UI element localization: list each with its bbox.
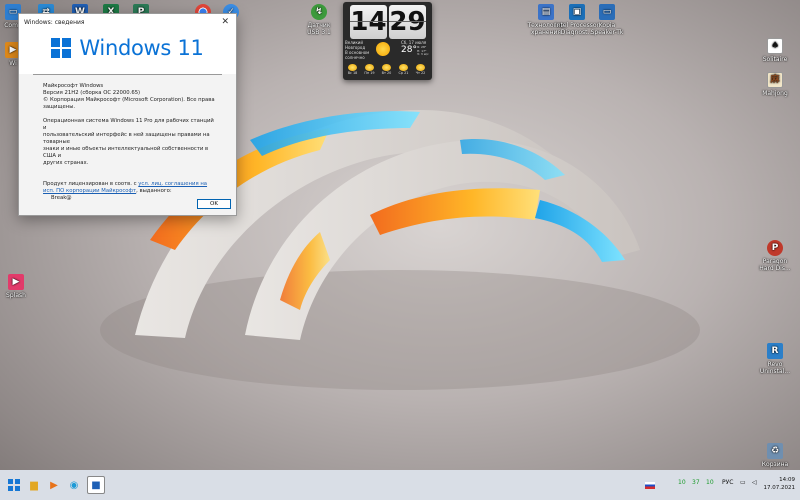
weather-panel: Великий Новгород В основном солнечно Сб,…: [345, 40, 430, 62]
forecast-label: Вт 20: [381, 71, 392, 75]
sun-icon: [376, 42, 390, 56]
legal-line: Операционная система Windows 11 Pro для …: [43, 118, 214, 131]
forecast-day: Чт 22: [414, 64, 427, 76]
windows-logo-icon: [51, 38, 72, 58]
legal-line: знаки и иные объекты интеллектуальной со…: [43, 146, 209, 159]
revo-icon: R: [767, 343, 783, 359]
taskbar-time: 14:09: [779, 477, 795, 483]
desktop-icon-label: Solitaire: [762, 56, 788, 63]
desktop-icon-label: Splash: [6, 292, 26, 299]
tray-indicator[interactable]: 10: [706, 479, 714, 486]
desktop-icon-label: Mahjong: [762, 90, 788, 97]
license-text: Продукт лицензирован в соотв. с усл. лиц…: [43, 181, 216, 188]
tray-indicator[interactable]: 10: [678, 479, 686, 486]
license-text-2: исп. ПО корпорации Майкрософт, выданного…: [43, 188, 216, 195]
forecast-label: Пн 19: [364, 71, 375, 75]
speaker-icon: ▭: [599, 4, 615, 20]
forecast-day: Пн 19: [363, 64, 376, 76]
volume-icon[interactable]: ◁: [752, 479, 757, 486]
partly-sunny-icon: [365, 64, 374, 71]
license-suffix: , выданного:: [136, 188, 172, 194]
ok-button[interactable]: OK: [197, 199, 231, 209]
copyright-text-2: защищены.: [43, 104, 76, 110]
desktop-icon-label: Paragon Hard Dis...: [759, 258, 791, 272]
desktop-icon-solitaire[interactable]: ♠ Solitaire: [748, 38, 800, 63]
open-window-button[interactable]: ■: [87, 476, 105, 494]
license-link[interactable]: усл. лиц. соглашения на: [138, 181, 207, 187]
recycle-bin-icon: ♻: [767, 443, 783, 459]
partly-sunny-icon: [416, 64, 425, 71]
forecast-day: Ср 21: [397, 64, 410, 76]
legal-line: других странах.: [43, 160, 89, 166]
folder-icon: ▆: [30, 479, 38, 491]
partly-sunny-icon: [348, 64, 357, 71]
weather-condition: В основном солнечно: [345, 50, 370, 60]
partly-sunny-icon: [399, 64, 408, 71]
clock-area[interactable]: 14:09 17.07.2021: [763, 476, 796, 492]
splash-icon: ▶: [8, 274, 24, 290]
dialog-titlebar[interactable]: Windows: сведения ✕: [19, 14, 236, 31]
license-link-2[interactable]: исп. ПО корпорации Майкрософт: [43, 188, 136, 194]
desktop-icon-mahjong[interactable]: 麻 Mahjong: [748, 72, 800, 97]
legal-line: пользовательский интерфейс в ней защищен…: [43, 132, 210, 145]
media-player-button[interactable]: ▶: [45, 476, 63, 494]
weather-temperature: 28°: [401, 45, 417, 55]
divider: [33, 74, 222, 75]
tray-indicator[interactable]: 37: [692, 479, 700, 486]
partly-sunny-icon: [382, 64, 391, 71]
version-text: Версия 21H2 (сборка ОС 22000.65): [43, 90, 141, 96]
clock-minutes: 29: [389, 5, 426, 39]
desktop-icon-label: Kopia Speaker-Tk: [590, 22, 624, 36]
desktop-icon-revo[interactable]: R Revo Uninstal...: [748, 343, 800, 375]
taskbar-date: 17.07.2021: [763, 485, 796, 491]
windows-start-icon: [8, 479, 20, 491]
file-explorer-button[interactable]: ▆: [25, 476, 43, 494]
forecast-label: Вс 18: [347, 71, 358, 75]
edge-button[interactable]: ◉: [65, 476, 83, 494]
media-icon: ▶: [50, 479, 58, 491]
owner-name: Break@: [51, 195, 72, 201]
solitaire-icon: ♠: [767, 38, 783, 54]
weather-details: Я: 28° Н: 17° З: 3 м/с: [417, 45, 429, 57]
desktop-icon-label: Revo Uninstal...: [759, 361, 791, 375]
copyright-text: © Корпорация Майкрософт (Microsoft Corpo…: [43, 97, 215, 103]
about-windows-dialog: Windows: сведения ✕ Windows 11 Майкрософ…: [18, 13, 237, 216]
taskbar: ▆ ▶ ◉ ■ 10 37 10 РУС ▭ ◁ 14:09 17.07.202…: [0, 470, 800, 500]
license-prefix: Продукт лицензирован в соотв. с: [43, 181, 139, 187]
desktop-icon-usb-sensor[interactable]: ↯ Датчик USB 3.1: [292, 4, 346, 36]
edge-icon: ◉: [69, 479, 79, 491]
windows-logo-banner: Windows 11: [19, 31, 236, 65]
forecast-day: Вс 18: [346, 64, 359, 76]
window-icon: ■: [91, 479, 101, 491]
desktop-icon-splash[interactable]: ▶ Splash: [0, 274, 43, 299]
close-icon[interactable]: ✕: [221, 18, 229, 27]
usb-sensor-icon: ↯: [311, 4, 327, 20]
mahjong-icon: 麻: [767, 72, 783, 88]
dialog-body: Майкрософт Windows Версия 21H2 (сборка О…: [19, 83, 236, 202]
start-button[interactable]: [5, 476, 23, 494]
desktop-icon-recycle-bin[interactable]: ♻ Корзина: [748, 443, 800, 468]
tray-flag-icon[interactable]: [645, 482, 655, 489]
paragon-icon: P: [767, 240, 783, 256]
dialog-title: Windows: сведения: [24, 19, 85, 26]
product-name: Майкрософт Windows: [43, 83, 104, 89]
desktop-icon-label: Wi: [9, 60, 17, 67]
windows-logo-text: Windows 11: [79, 35, 204, 60]
language-indicator[interactable]: РУС: [722, 479, 733, 486]
desktop-icon-paragon[interactable]: P Paragon Hard Dis...: [748, 240, 800, 272]
desktop-icon-label: Корзина: [761, 461, 789, 468]
desktop-icon-speaker[interactable]: ▭ Kopia Speaker-Tk: [580, 4, 634, 36]
desktop-icon-label: Датчик USB 3.1: [307, 22, 331, 36]
weather-city: Великий Новгород: [345, 40, 366, 50]
clock-weather-gadget[interactable]: 14 29 Великий Новгород В основном солнеч…: [343, 2, 432, 80]
forecast-label: Чт 22: [415, 71, 426, 75]
battery-icon[interactable]: ▭: [740, 479, 746, 486]
forecast-label: Ср 21: [398, 71, 409, 75]
clock-hours: 14: [350, 5, 387, 39]
forecast-day: Вт 20: [380, 64, 393, 76]
